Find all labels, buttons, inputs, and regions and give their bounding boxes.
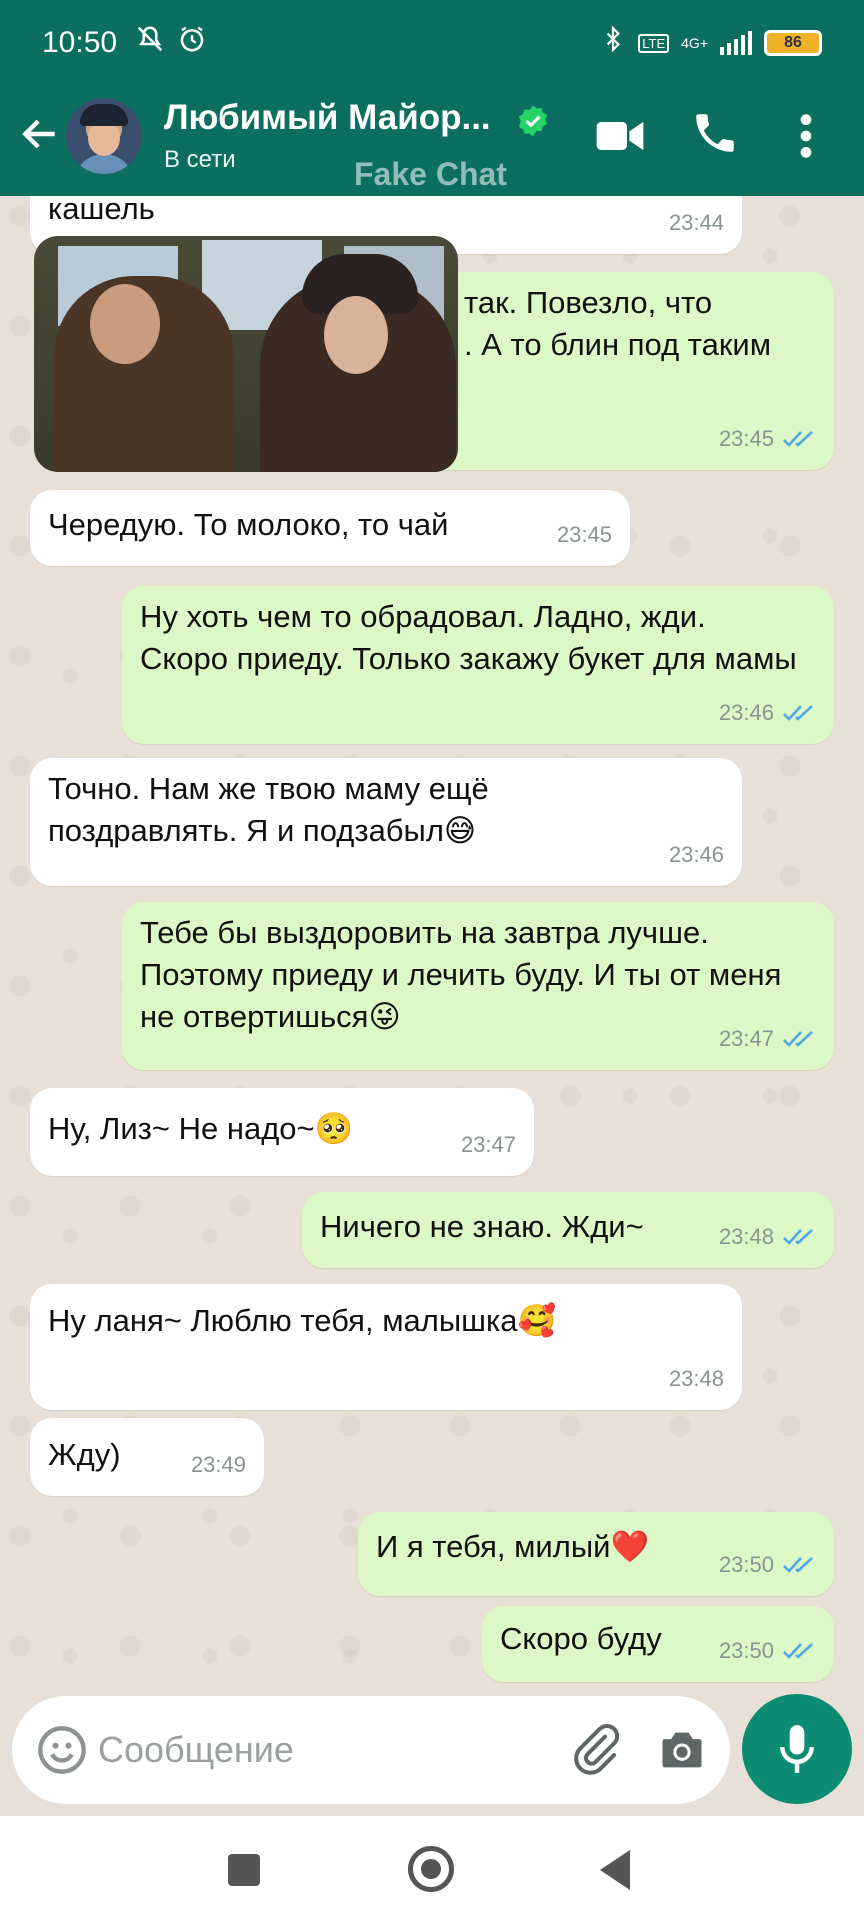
message-text: Ну, Лиз~ Не надо~🥺 [48, 1111, 354, 1146]
message-input[interactable] [98, 1724, 458, 1776]
message-outgoing[interactable]: Скоро буду 23:50 [482, 1606, 834, 1682]
message-text: Ну ланя~ Люблю тебя, малышка🥰 [48, 1303, 557, 1338]
read-ticks-icon [783, 1031, 813, 1047]
message-meta: 23:47 [461, 1124, 516, 1166]
message-meta: 23:48 [719, 1216, 816, 1258]
mute-icon [135, 24, 165, 62]
camera-icon[interactable] [656, 1724, 708, 1776]
read-ticks-icon [783, 1229, 813, 1245]
message-text: Чередую. То молоко, то чай [48, 507, 449, 542]
message-photo[interactable] [34, 236, 458, 472]
message-meta: 23:44 [669, 202, 724, 244]
message-outgoing[interactable]: Ну хоть чем то обрадовал. Ладно, жди. Ск… [122, 586, 834, 744]
message-time: 23:48 [668, 1366, 724, 1391]
emoji-icon[interactable] [36, 1724, 88, 1776]
message-meta: 23:50 [719, 1544, 816, 1586]
mic-button[interactable] [742, 1694, 852, 1804]
message-meta: 23:46 [719, 692, 816, 734]
message-time: 23:47 [460, 1132, 516, 1157]
signal-icon [720, 31, 752, 55]
chat-header: Любимый Майор... В сети Fake Chat [0, 86, 864, 196]
home-circle-icon[interactable] [408, 1846, 454, 1892]
read-ticks-icon [783, 705, 813, 721]
video-call-icon[interactable] [592, 108, 648, 164]
message-incoming[interactable]: Чередую. То молоко, то чай 23:45 [30, 490, 630, 566]
message-outgoing[interactable]: И я тебя, милый❤️ 23:50 [358, 1512, 834, 1596]
recents-square-icon[interactable] [228, 1854, 260, 1886]
message-time: 23:45 [718, 426, 774, 451]
alarm-icon [177, 24, 207, 62]
message-text: Точно. Нам же твою маму ещё поздравлять.… [48, 771, 498, 848]
message-text: Ну хоть чем то обрадовал. Ладно, жди. Ск… [140, 599, 797, 676]
message-incoming[interactable]: Точно. Нам же твою маму ещё поздравлять.… [30, 758, 742, 886]
avatar[interactable] [66, 98, 142, 174]
battery-level: 86 [784, 34, 802, 51]
read-ticks-icon [783, 431, 813, 447]
read-ticks-icon [783, 1557, 813, 1573]
message-text: кашель [48, 196, 155, 226]
attach-icon[interactable] [568, 1722, 622, 1776]
message-meta: 23:45 [557, 514, 612, 556]
mic-icon [780, 1725, 814, 1773]
network-badge: LTE [638, 33, 670, 53]
message-incoming[interactable]: Жду) 23:49 [30, 1418, 264, 1496]
message-input-bar [12, 1696, 730, 1804]
message-incoming[interactable]: Ну, Лиз~ Не надо~🥺 23:47 [30, 1088, 534, 1176]
message-time: 23:50 [718, 1638, 774, 1663]
message-time: 23:46 [718, 700, 774, 725]
message-time: 23:49 [190, 1452, 246, 1477]
back-triangle-icon[interactable] [600, 1850, 630, 1890]
battery-icon: 86 [764, 30, 822, 56]
contact-name[interactable]: Любимый Майор... [164, 98, 491, 138]
voice-call-icon[interactable] [690, 108, 746, 164]
contact-status: В сети [164, 146, 236, 173]
chat-area[interactable]: кашель 23:44 так. Повезло, что . А то бл… [0, 196, 864, 1690]
message-outgoing[interactable]: Ничего не знаю. Жди~ 23:48 [302, 1192, 834, 1268]
message-time: 23:48 [718, 1224, 774, 1249]
message-time: 23:44 [668, 210, 724, 235]
message-meta: 23:46 [669, 834, 724, 876]
message-incoming[interactable]: Ну ланя~ Люблю тебя, малышка🥰 23:48 [30, 1284, 742, 1410]
message-time: 23:47 [718, 1026, 774, 1051]
message-meta: 23:45 [719, 418, 816, 460]
message-text: так. Повезло, что . А то блин под таким [464, 285, 772, 362]
verified-icon [516, 104, 550, 138]
message-meta: 23:47 [719, 1018, 816, 1060]
message-meta: 23:50 [719, 1630, 816, 1672]
more-vert-icon[interactable] [786, 108, 826, 164]
message-outgoing[interactable]: Тебе бы выздоровить на завтра лучше. Поэ… [122, 902, 834, 1070]
bluetooth-icon [600, 24, 626, 62]
message-meta: 23:48 [669, 1358, 724, 1400]
back-arrow-icon[interactable] [18, 112, 62, 156]
status-right: LTE 4G+ 86 [600, 24, 822, 62]
status-time: 10:50 [42, 26, 118, 59]
system-nav-bar [0, 1816, 864, 1920]
message-time: 23:50 [718, 1552, 774, 1577]
message-meta: 23:49 [191, 1444, 246, 1486]
watermark: Fake Chat [354, 156, 507, 192]
message-time: 23:45 [556, 522, 612, 547]
message-time: 23:46 [668, 842, 724, 867]
status-bar: 10:50 LTE 4G+ 86 [0, 0, 864, 86]
read-ticks-icon [783, 1643, 813, 1659]
message-text: Тебе бы выздоровить на завтра лучше. Поэ… [140, 915, 790, 1034]
network-type: 4G+ [681, 35, 708, 51]
